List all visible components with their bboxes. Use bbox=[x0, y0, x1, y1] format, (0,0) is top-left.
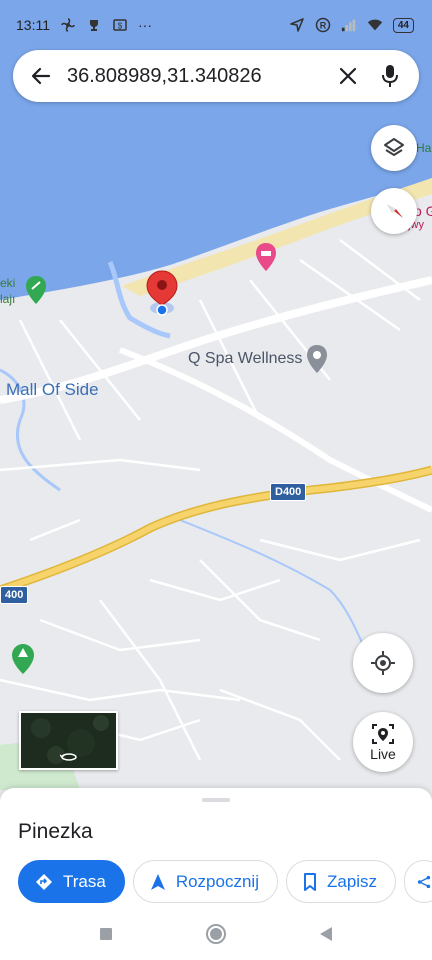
save-label: Zapisz bbox=[326, 871, 378, 891]
close-icon bbox=[339, 67, 357, 85]
directions-label: Trasa bbox=[63, 871, 106, 891]
battery-indicator: 44 bbox=[392, 17, 414, 33]
share-button[interactable] bbox=[404, 860, 432, 903]
status-left: 13:11 $ ··· bbox=[16, 17, 152, 33]
status-bar: 13:11 $ ··· R 44 bbox=[0, 0, 432, 50]
map-label-edge-top-right: Ha bbox=[416, 141, 432, 155]
my-location-button[interactable] bbox=[353, 633, 413, 693]
park-place-icon[interactable] bbox=[11, 643, 35, 675]
clear-button[interactable] bbox=[333, 61, 363, 91]
compass-icon bbox=[387, 204, 403, 218]
square-icon bbox=[100, 928, 112, 940]
share-icon bbox=[417, 875, 431, 888]
dollar-icon: $ bbox=[112, 17, 128, 33]
recents-button[interactable] bbox=[94, 922, 118, 946]
start-label: Rozpocznij bbox=[175, 871, 259, 891]
directions-button[interactable]: Trasa bbox=[18, 860, 125, 903]
layers-button[interactable] bbox=[371, 125, 417, 171]
sheet-drag-handle[interactable] bbox=[202, 798, 230, 802]
map-label-spa[interactable]: Q Spa Wellness bbox=[188, 350, 302, 368]
map-label-mall[interactable]: Mall Of Side bbox=[6, 380, 99, 400]
compass-button[interactable] bbox=[371, 188, 417, 234]
navigation-icon bbox=[289, 17, 305, 33]
layers-icon bbox=[384, 138, 404, 156]
recreation-place-icon[interactable] bbox=[25, 275, 47, 305]
road-badge-d400: D400 bbox=[270, 483, 307, 501]
trophy-icon bbox=[86, 17, 102, 33]
map-label-edge-left-sub: lajı bbox=[0, 292, 16, 306]
action-chips: Trasa Rozpocznij Zapisz bbox=[18, 860, 432, 903]
live-label: Live bbox=[370, 745, 396, 762]
status-time: 13:11 bbox=[16, 17, 50, 33]
signal-icon bbox=[341, 17, 357, 33]
back-button[interactable] bbox=[27, 62, 55, 90]
start-navigation-button[interactable]: Rozpocznij bbox=[132, 860, 278, 903]
navigation-arrow-icon bbox=[150, 873, 165, 890]
bookmark-icon bbox=[303, 872, 316, 891]
rotate-360-icon bbox=[59, 753, 77, 761]
back-nav-button[interactable] bbox=[314, 922, 338, 946]
live-view-button[interactable]: Live bbox=[353, 712, 413, 772]
more-notifications-icon: ··· bbox=[138, 17, 152, 33]
registered-icon: R bbox=[315, 17, 331, 33]
home-button[interactable] bbox=[204, 922, 228, 946]
spa-place-icon[interactable] bbox=[306, 344, 328, 374]
wifi-icon bbox=[367, 17, 383, 33]
svg-text:R: R bbox=[320, 21, 327, 31]
home-circle-icon bbox=[206, 924, 226, 944]
place-title: Pinezka bbox=[18, 820, 93, 843]
search-bar[interactable]: 36.808989,31.340826 bbox=[13, 50, 419, 102]
location-pin-icon[interactable] bbox=[146, 270, 178, 316]
triangle-back-icon bbox=[320, 927, 332, 941]
system-navigation-bar bbox=[0, 908, 432, 960]
search-input[interactable]: 36.808989,31.340826 bbox=[67, 65, 321, 88]
voice-search-button[interactable] bbox=[375, 61, 405, 91]
satellite-preview-thumbnail[interactable] bbox=[19, 711, 118, 770]
svg-text:$: $ bbox=[118, 22, 123, 31]
microphone-icon bbox=[382, 65, 398, 87]
crosshair-icon bbox=[371, 651, 395, 675]
hotel-place-icon[interactable] bbox=[255, 242, 277, 272]
map-label-edge-left: eki bbox=[0, 276, 16, 290]
save-button[interactable]: Zapisz bbox=[285, 860, 397, 903]
live-view-icon bbox=[372, 723, 394, 744]
road-badge-left: 400 bbox=[0, 586, 29, 604]
status-right: R 44 bbox=[289, 17, 414, 33]
fan-icon bbox=[60, 17, 76, 33]
directions-icon bbox=[36, 873, 52, 890]
back-arrow-icon bbox=[31, 67, 51, 85]
